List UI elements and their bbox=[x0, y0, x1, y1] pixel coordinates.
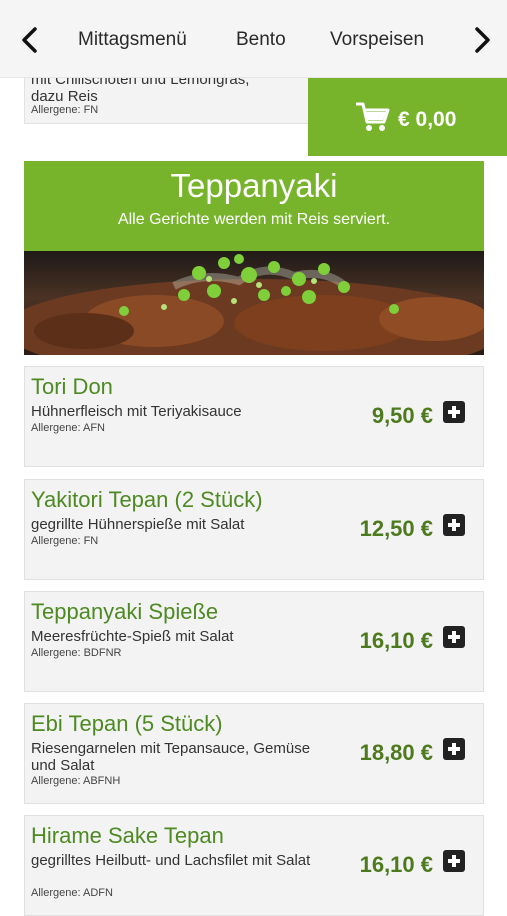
add-to-cart-button[interactable] bbox=[443, 626, 465, 648]
tab-bento[interactable]: Bento bbox=[236, 29, 286, 51]
add-to-cart-button[interactable] bbox=[443, 738, 465, 760]
menu-item: Teppanyaki Spieße Meeresfrüchte-Spieß mi… bbox=[24, 591, 484, 692]
menu-item: Hirame Sake Tepan gegrilltes Heilbutt- u… bbox=[24, 815, 484, 916]
item-description: Hühnerfleisch mit Teriyakisauce bbox=[31, 403, 242, 420]
category-image bbox=[24, 251, 484, 355]
item-price: 18,80 € bbox=[359, 740, 433, 765]
item-name: Yakitori Tepan (2 Stück) bbox=[31, 487, 263, 512]
item-name: Hirame Sake Tepan bbox=[31, 823, 224, 848]
cart-button[interactable]: € 0,00 bbox=[308, 78, 507, 156]
add-to-cart-button[interactable] bbox=[443, 401, 465, 423]
item-price: 12,50 € bbox=[359, 516, 433, 541]
item-name: Ebi Tepan (5 Stück) bbox=[31, 711, 223, 736]
chevron-right-icon[interactable] bbox=[470, 26, 494, 54]
item-price: 9,50 € bbox=[371, 403, 433, 428]
item-description: gegrilltes Heilbutt- und Lachsfilet mit … bbox=[31, 852, 311, 869]
tab-vorspeisen[interactable]: Vorspeisen bbox=[330, 29, 424, 51]
category-nav: Mittagsmenü Bento Vorspeisen bbox=[0, 0, 507, 78]
item-allergens: Allergene: AFN bbox=[31, 422, 105, 434]
chevron-left-icon[interactable] bbox=[18, 26, 42, 54]
menu-item: Tori Don Hühnerfleisch mit Teriyakisauce… bbox=[24, 366, 484, 467]
item-name: Tori Don bbox=[31, 374, 113, 399]
item-description: Riesengarnelen mit Tepansauce, Gemüse un… bbox=[31, 740, 311, 774]
add-to-cart-button[interactable] bbox=[443, 514, 465, 536]
menu-item: Ebi Tepan (5 Stück) Riesengarnelen mit T… bbox=[24, 703, 484, 804]
item-description-line: dazu Reis bbox=[31, 88, 98, 105]
item-price: 16,10 € bbox=[359, 852, 433, 877]
item-allergens: Allergene: ABFNH bbox=[31, 775, 121, 787]
item-allergens: Allergene: BDFNR bbox=[31, 647, 122, 659]
menu-item: Yakitori Tepan (2 Stück) gegrillte Hühne… bbox=[24, 479, 484, 580]
add-to-cart-button[interactable] bbox=[443, 850, 465, 872]
item-description: gegrillte Hühnerspieße mit Salat bbox=[31, 516, 245, 533]
category-title: Teppanyaki bbox=[170, 167, 338, 204]
item-allergens: Allergene: FN bbox=[31, 104, 99, 116]
category-banner: Teppanyaki Alle Gerichte werden mit Reis… bbox=[24, 161, 484, 251]
cart-total: € 0,00 bbox=[398, 108, 457, 131]
item-name: Teppanyaki Spieße bbox=[31, 599, 219, 624]
item-price: 16,10 € bbox=[359, 628, 433, 653]
cart-icon bbox=[356, 102, 390, 131]
category-subtitle: Alle Gerichte werden mit Reis serviert. bbox=[117, 211, 391, 228]
item-allergens: Allergene: ADFN bbox=[31, 887, 113, 899]
tab-mittagsmenu[interactable]: Mittagsmenü bbox=[78, 29, 187, 51]
item-allergens: Allergene: FN bbox=[31, 535, 99, 547]
item-description: Meeresfrüchte-Spieß mit Salat bbox=[31, 628, 234, 645]
